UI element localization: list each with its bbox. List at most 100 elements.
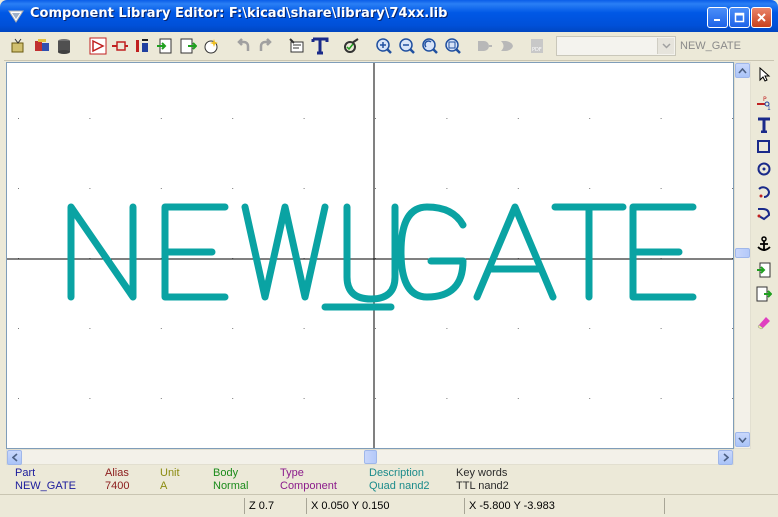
scroll-down-button[interactable] [735,432,750,447]
gate-normal-icon [478,41,492,51]
select-part-button[interactable] [8,36,28,56]
status-extra [664,498,778,514]
export-drawing-tool-button[interactable] [754,284,774,304]
grid-dot [517,328,519,329]
grid-dot [446,118,448,119]
grid-dot [160,398,162,399]
close-icon [757,13,766,22]
create-new-button[interactable] [201,36,221,56]
vertical-scrollbar[interactable] [734,62,751,449]
zoom-out-button[interactable] [397,36,417,56]
body-value: Normal [213,480,249,492]
horizontal-scroll-thumb[interactable] [364,450,377,464]
zoom-in-icon [376,38,392,54]
undo-icon [237,38,250,51]
redo-button[interactable] [256,36,276,56]
rectangle-tool-icon [757,140,770,153]
canvas-drawing [7,63,733,448]
pin-icon [112,41,128,51]
polyline-tool-icon [757,208,771,221]
horizontal-scrollbar[interactable] [6,449,734,465]
cursor-arrow-icon [759,66,771,82]
scroll-up-button[interactable] [735,63,750,78]
pin-tool-icon: P1 [757,96,771,111]
text-icon [311,37,329,55]
new-part-icon [89,37,107,55]
new-part-button[interactable] [88,36,108,56]
drawing-canvas[interactable] [6,62,734,449]
grid-dot [160,188,162,189]
grid-dot [660,188,662,189]
status-message [0,498,244,514]
zoom-fit-icon [445,38,461,54]
save-library-button[interactable] [54,36,74,56]
grid-dot [232,328,234,329]
grid-dot [375,328,376,329]
status-bar: Z 0.7 X 0.050 Y 0.150 X -5.800 Y -3.983 [0,494,778,517]
datasheet-button[interactable]: PDF [527,36,547,56]
part-select-dropdown[interactable] [556,36,676,56]
dropdown-arrow[interactable] [657,38,674,54]
insert-pin-button[interactable] [132,36,152,56]
description-value: Quad nand2 [369,480,430,492]
close-button[interactable] [751,7,772,28]
window-title: Component Library Editor: F:\kicad\share… [30,6,448,21]
scroll-left-button[interactable] [7,450,22,465]
select-part-icon [11,38,24,53]
add-pin-tool-button[interactable]: P1 [754,93,774,113]
set-anchor-tool-button[interactable] [754,234,774,254]
component-properties-button[interactable] [287,36,307,56]
title-bar[interactable]: Component Library Editor: F:\kicad\share… [0,0,778,32]
import-icon [757,262,771,278]
delete-tool-button[interactable] [754,312,774,332]
grid-dot [660,328,662,329]
select-tool-button[interactable] [754,64,774,84]
load-part-button[interactable] [32,36,52,56]
undo-button[interactable] [233,36,253,56]
add-polyline-tool-button[interactable] [754,203,774,223]
grid-dot [732,328,733,329]
part-info: Part NEW_GATE [15,467,76,493]
import-button[interactable] [155,36,175,56]
eraser-icon [757,317,770,330]
add-rectangle-tool-button[interactable] [754,137,774,157]
pins-icon [136,39,148,52]
chevron-left-icon [11,453,18,462]
add-text-button[interactable] [310,36,330,56]
add-arc-tool-button[interactable] [754,181,774,201]
grid-dot [375,398,376,399]
zoom-redraw-button[interactable] [420,36,440,56]
minimize-button[interactable] [707,7,728,28]
grid-dot [446,188,448,189]
grid-dot [660,118,662,119]
chevron-down-icon [738,436,747,443]
sparkle-icon [204,39,218,54]
add-text-tool-button[interactable] [754,115,774,135]
anchor-icon [757,236,771,251]
minimize-icon [714,19,720,21]
de-morgan-normal-button[interactable] [474,36,494,56]
grid-dot [18,328,19,329]
grid-dot [732,118,733,119]
export-button[interactable] [178,36,198,56]
zoom-in-button[interactable] [374,36,394,56]
maximize-button[interactable] [729,7,750,28]
keywords-value: TTL nand2 [456,480,509,492]
grid-dot [89,398,91,399]
body-info: Body Normal [213,467,248,493]
add-circle-tool-button[interactable] [754,159,774,179]
grid-dot [18,188,19,189]
edit-pin-button[interactable] [110,36,130,56]
grid-dot [303,118,305,119]
grid-dot [517,118,519,119]
scroll-right-button[interactable] [718,450,733,465]
redo-icon [259,38,272,51]
de-morgan-convert-button[interactable] [497,36,517,56]
check-icon [344,38,359,53]
vertical-scroll-thumb[interactable] [735,248,750,258]
zoom-fit-button[interactable] [443,36,463,56]
import-drawing-tool-button[interactable] [754,260,774,280]
check-button[interactable] [342,36,362,56]
part-label: Part [15,467,36,479]
absolute-coordinates: X -5.800 Y -3.983 [464,498,664,514]
